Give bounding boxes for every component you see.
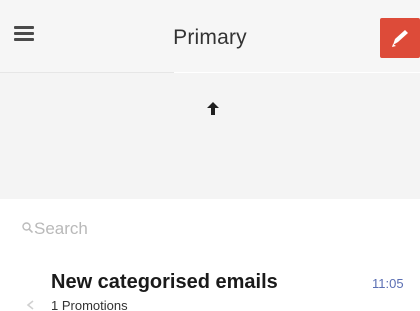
email-subline: 1 Promotions [51, 298, 128, 311]
page-title: Primary [173, 26, 247, 49]
hamburger-menu-icon [14, 26, 34, 29]
search-input[interactable]: Search [34, 219, 88, 239]
menu-button[interactable] [14, 26, 40, 46]
arrow-up-icon [207, 102, 219, 115]
search-icon [22, 222, 33, 233]
compose-button[interactable] [380, 18, 420, 58]
top-bar: Primary [0, 0, 420, 72]
email-sender: New categorised emails [51, 271, 278, 293]
mail-screen: Primary Search New categorised emails 11… [0, 0, 420, 311]
pull-to-refresh-area[interactable] [0, 73, 420, 199]
email-time: 11:05 [372, 276, 404, 291]
pencil-icon [392, 30, 408, 47]
chevron-left-icon [26, 300, 34, 310]
